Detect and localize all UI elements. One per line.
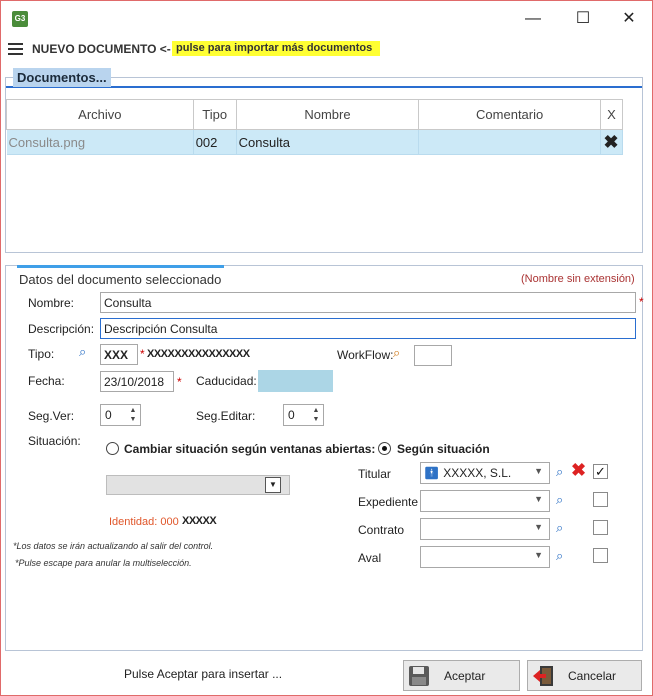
column-header-tipo[interactable]: Tipo [192,99,237,130]
contrato-checkbox[interactable] [593,520,608,535]
expediente-search-icon[interactable]: ⌕ [556,492,563,508]
caducidad-input[interactable] [258,370,333,392]
fecha-required-mark: * [177,375,182,389]
section-note: (Nombre sin extensión) [521,273,635,285]
situacion-combo-arrow-icon[interactable]: ▼ [265,477,281,493]
titular-label: Titular [358,467,391,481]
descripcion-label: Descripción: [28,322,95,336]
identidad-label: Identidad: 000 [109,516,179,528]
tipo-description: XXXXXXXXXXXXXXX [147,348,250,360]
identidad-value: XXXXX [182,515,217,527]
workflow-search-icon[interactable]: ⌕ [393,345,400,361]
aval-checkbox[interactable] [593,548,608,563]
accept-button[interactable]: Aceptar [403,660,520,691]
column-header-delete: X [599,99,624,130]
segver-label: Seg.Ver: [28,409,75,423]
cell-tipo[interactable]: 002 [193,129,237,155]
save-disk-icon [409,665,429,686]
footnote-update: *Los datos se irán actualizando al salir… [13,541,214,551]
cell-nombre[interactable]: Consulta [236,129,420,155]
documents-group-title: Documentos... [13,68,111,87]
tipo-search-icon[interactable]: ⌕ [79,344,86,360]
segver-arrows-icon[interactable]: ▲ ▼ [128,406,138,424]
table-row[interactable]: Consulta.png 002 Consulta ✖ [6,129,624,155]
expediente-dropdown-icon[interactable]: ▼ [534,494,543,504]
expediente-combo[interactable]: ▼ [420,490,550,512]
contrato-combo[interactable]: ▼ [420,518,550,540]
contrato-search-icon[interactable]: ⌕ [556,520,563,536]
nombre-required-mark: * [639,295,644,309]
tipo-label: Tipo: [28,347,55,361]
fecha-input[interactable]: 23/10/2018 [100,371,174,392]
expediente-checkbox[interactable] [593,492,608,507]
workflow-input[interactable] [414,345,452,366]
documents-table: Archivo Tipo Nombre Comentario X Consult… [6,99,624,155]
fecha-label: Fecha: [28,374,65,388]
aval-search-icon[interactable]: ⌕ [556,548,563,564]
section-title: Datos del documento seleccionado [19,272,222,287]
workflow-label: WorkFlow: [337,348,394,362]
cancel-button[interactable]: Cancelar [527,660,642,691]
column-header-comentario[interactable]: Comentario [418,99,601,130]
titular-clear-icon[interactable]: ✖ [571,460,586,481]
titular-value: XXXXX, S.L. [443,466,512,480]
section-accent-bar [17,265,224,268]
footnote-escape: *Pulse escape para anular la multiselecc… [15,558,192,568]
hamburger-menu-icon[interactable] [8,43,23,55]
nombre-label: Nombre: [28,296,75,310]
import-documents-link[interactable]: pulse para importar más documentos [172,41,381,56]
segver-stepper[interactable]: 0 ▲ ▼ [100,404,141,426]
dialog-title: NUEVO DOCUMENTO <- [32,42,171,56]
maximize-button[interactable]: ☐ [563,7,603,31]
nombre-input[interactable]: Consulta [100,292,636,313]
footer-hint: Pulse Aceptar para insertar ... [124,667,283,681]
column-header-nombre[interactable]: Nombre [235,99,420,130]
radio-segun-situacion[interactable] [378,442,391,455]
aval-combo[interactable]: ▼ [420,546,550,568]
expediente-label: Expediente [358,495,419,509]
segeditar-value: 0 [288,408,295,422]
segeditar-stepper[interactable]: 0 ▲ ▼ [283,404,324,426]
tipo-required-mark: * [140,347,145,361]
radio-cambiar-label[interactable]: Cambiar situación según ventanas abierta… [124,442,375,456]
situacion-label: Situación: [28,434,81,448]
aval-label: Aval [358,551,382,565]
tipo-code-input[interactable]: XXX [100,344,138,365]
minimize-button[interactable]: — [513,7,553,31]
radio-cambiar-situacion[interactable] [106,442,119,455]
segeditar-arrows-icon[interactable]: ▲ ▼ [311,406,321,424]
close-button[interactable]: ✕ [609,7,649,31]
person-icon: 🚹︎ [424,466,440,480]
titular-dropdown-icon[interactable]: ▼ [534,466,543,476]
aval-dropdown-icon[interactable]: ▼ [534,550,543,560]
dialog-window: G3 — ☐ ✕ NUEVO DOCUMENTO <- pulse para i… [0,0,653,696]
segeditar-label: Seg.Editar: [196,409,256,423]
contrato-label: Contrato [358,523,405,537]
delete-row-icon[interactable]: ✖ [600,129,624,155]
exit-door-icon [533,665,553,686]
titular-search-icon[interactable]: ⌕ [556,464,563,480]
situacion-combo[interactable]: ▼ [106,475,290,495]
segver-value: 0 [105,408,112,422]
contrato-dropdown-icon[interactable]: ▼ [534,522,543,532]
radio-segun-label[interactable]: Según situación [397,442,490,456]
titular-combo[interactable]: 🚹︎ XXXXX, S.L. ▼ [420,462,550,484]
cell-comentario[interactable] [418,129,601,155]
cancel-label: Cancelar [568,668,617,683]
accept-label: Aceptar [444,668,486,683]
app-icon: G3 [12,11,28,27]
column-header-archivo[interactable]: Archivo [6,99,194,130]
caducidad-label: Caducidad: [196,374,257,388]
cell-archivo[interactable]: Consulta.png [6,129,194,155]
titular-checkbox[interactable]: ✓ [593,464,608,479]
descripcion-input[interactable]: Descripción Consulta [100,318,636,339]
